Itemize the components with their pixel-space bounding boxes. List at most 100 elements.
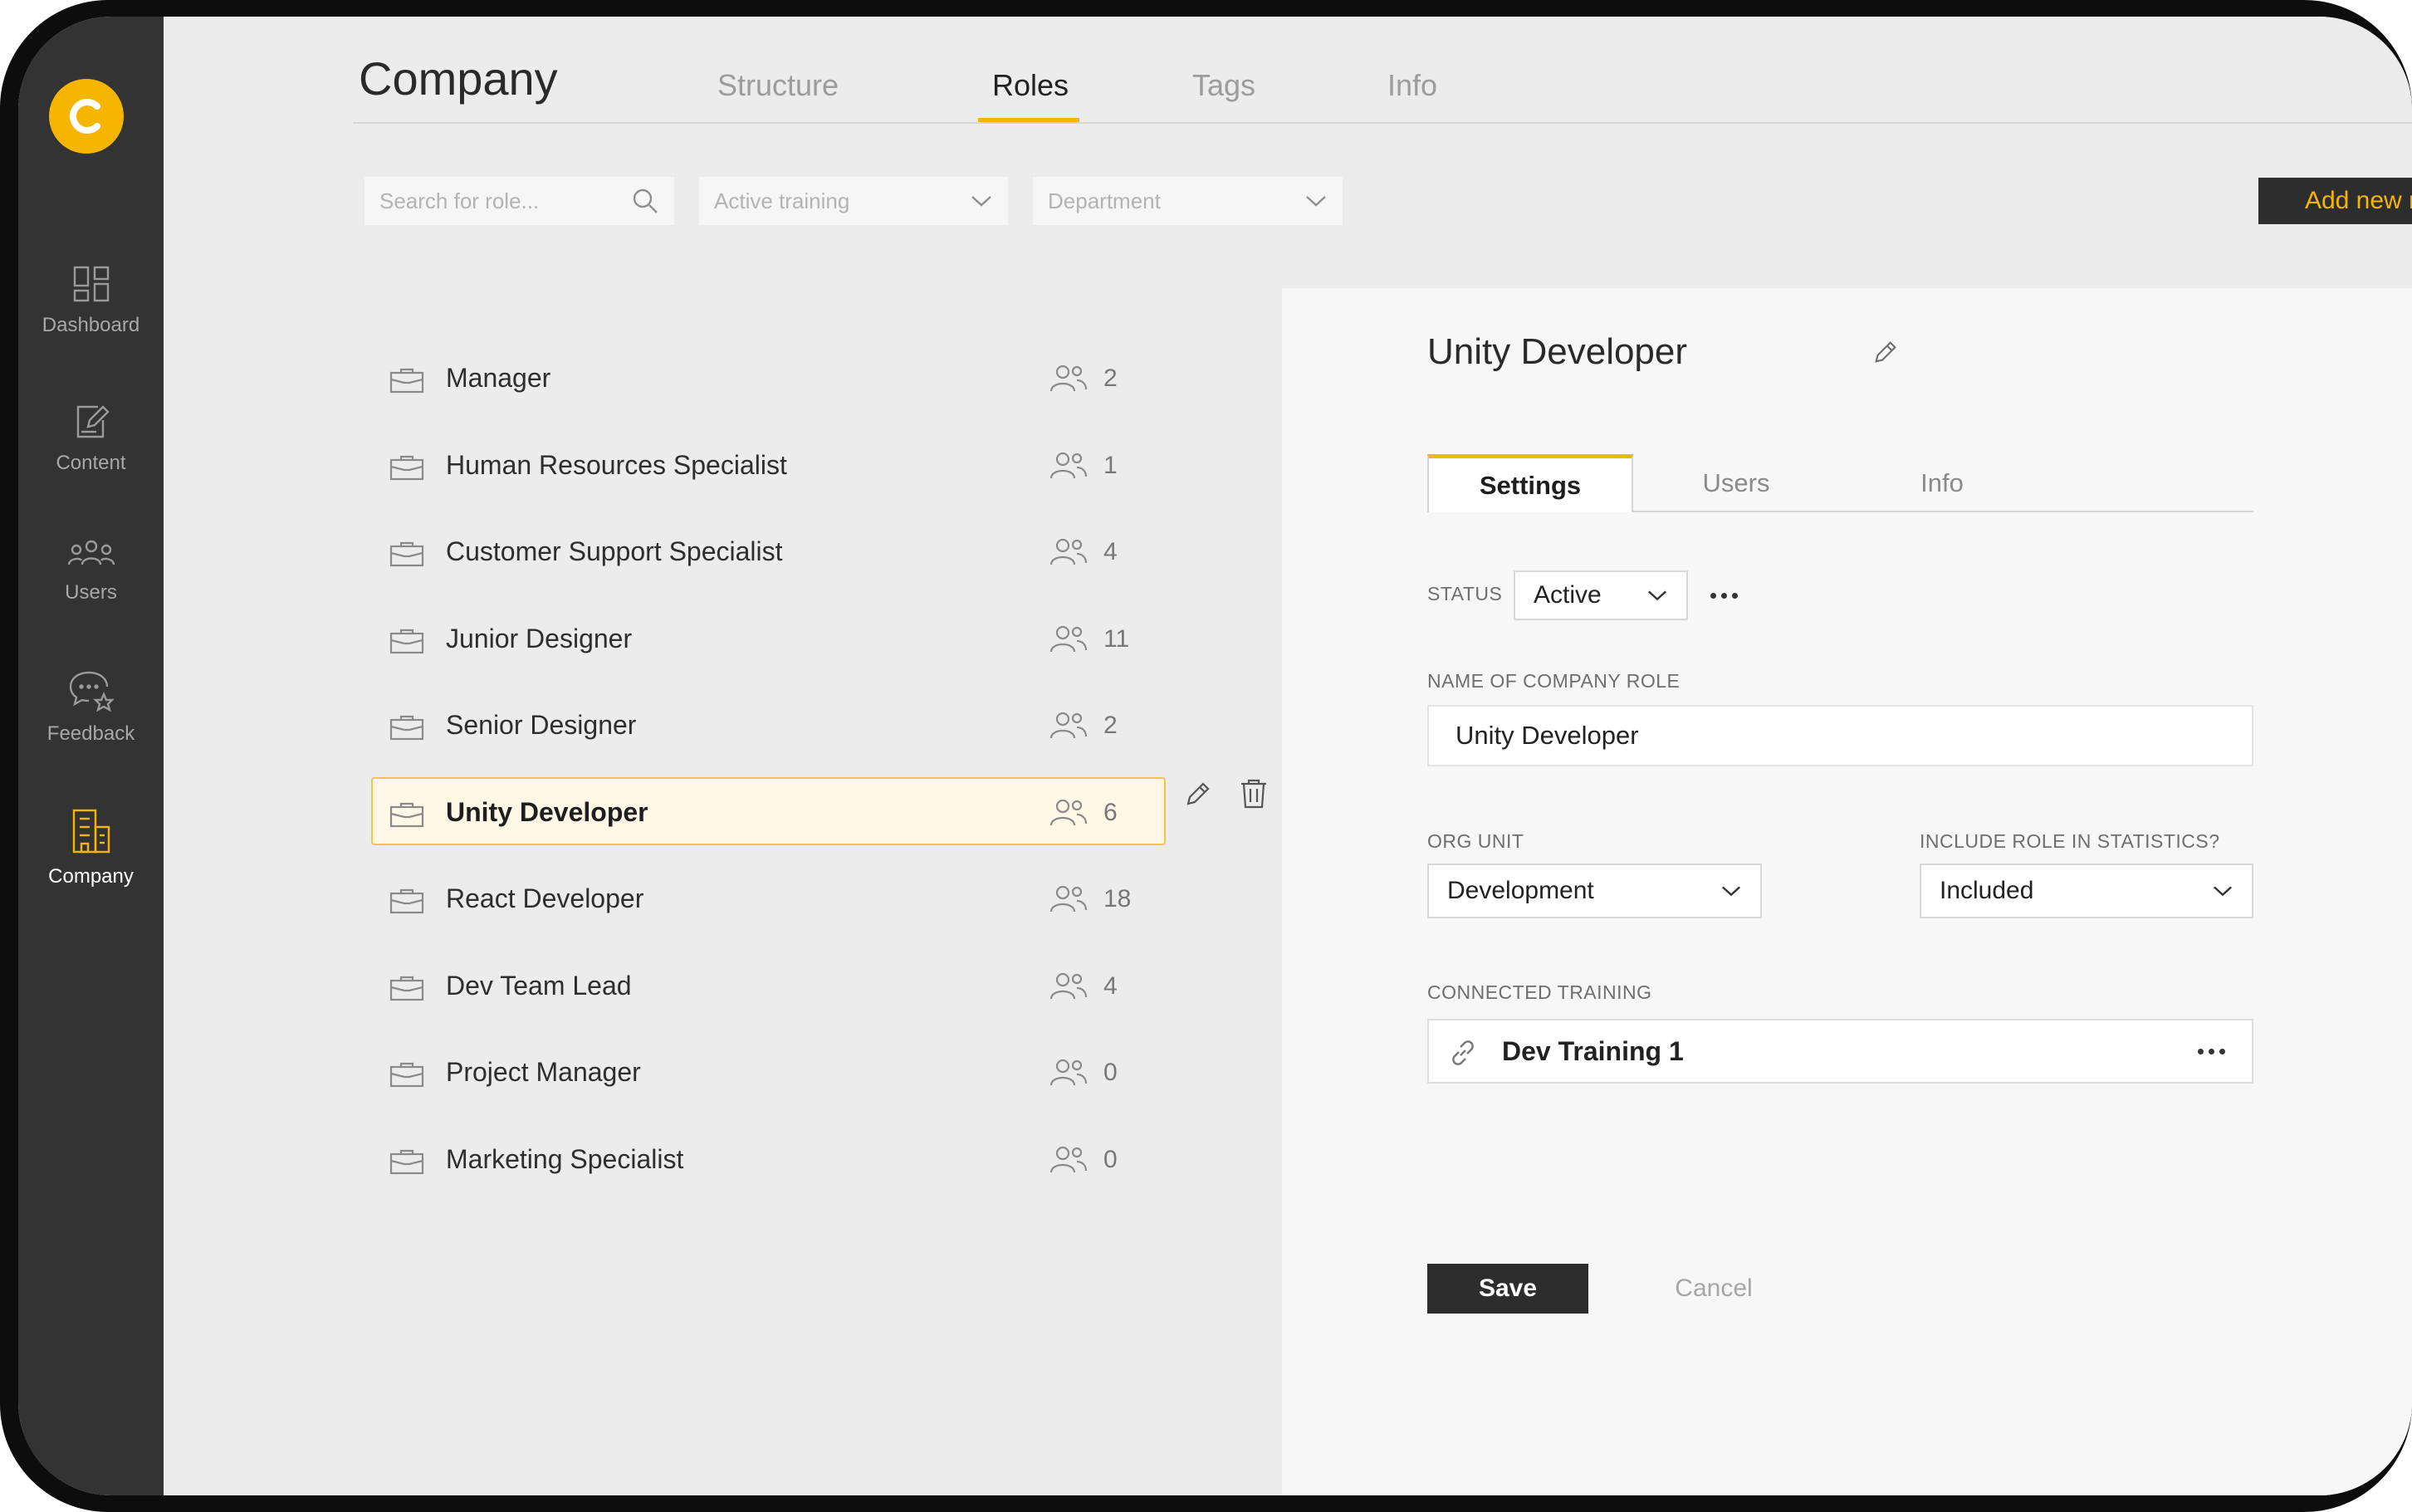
pencil-icon bbox=[1186, 782, 1210, 805]
dropdown-placeholder: Active training bbox=[714, 188, 850, 213]
save-button[interactable]: Save bbox=[1427, 1264, 1588, 1314]
role-name: Customer Support Specialist bbox=[446, 536, 783, 566]
role-name: Dev Team Lead bbox=[446, 971, 632, 1001]
chat-star-icon bbox=[69, 671, 115, 712]
role-name: Human Resources Specialist bbox=[446, 450, 787, 480]
tab-roles[interactable]: Roles bbox=[992, 68, 1069, 103]
delete-role-button[interactable] bbox=[1239, 777, 1269, 815]
role-user-count: 18 bbox=[1103, 885, 1132, 913]
dashboard-grid-icon bbox=[73, 266, 109, 302]
role-search-box bbox=[364, 177, 674, 225]
sidebar-item-label: Content bbox=[56, 452, 126, 474]
briefcase-icon bbox=[389, 802, 424, 828]
department-dropdown[interactable]: Department bbox=[1033, 177, 1343, 225]
role-row[interactable]: Project Manager 0 bbox=[371, 1037, 1166, 1105]
add-new-role-button[interactable]: Add new role bbox=[2258, 178, 2412, 224]
role-row[interactable]: Marketing Specialist 0 bbox=[371, 1124, 1166, 1192]
sidebar-item-label: Company bbox=[48, 865, 134, 888]
connected-training-item[interactable]: Dev Training 1 bbox=[1427, 1019, 2253, 1084]
briefcase-icon bbox=[389, 455, 424, 481]
role-row[interactable]: Manager 2 bbox=[371, 343, 1166, 411]
role-name: Unity Developer bbox=[446, 797, 648, 827]
org-unit-dropdown[interactable]: Development bbox=[1427, 864, 1762, 918]
sidebar-item-company[interactable]: Company bbox=[18, 807, 164, 888]
sidebar-item-users[interactable]: Users bbox=[18, 538, 164, 604]
sidebar-item-feedback[interactable]: Feedback bbox=[18, 669, 164, 746]
statistics-dropdown[interactable]: Included bbox=[1920, 864, 2253, 918]
tab-users[interactable]: Users bbox=[1633, 454, 1839, 512]
cancel-button[interactable]: Cancel bbox=[1643, 1264, 1784, 1314]
tab-info[interactable]: Info bbox=[1387, 68, 1437, 103]
role-detail-title: Unity Developer bbox=[1427, 331, 1688, 372]
status-dropdown[interactable]: Active bbox=[1514, 570, 1688, 620]
page-title: Company bbox=[359, 52, 558, 105]
tab-structure[interactable]: Structure bbox=[717, 68, 839, 103]
role-user-count: 0 bbox=[1103, 1146, 1118, 1173]
tab-tags[interactable]: Tags bbox=[1192, 68, 1255, 103]
users-icon bbox=[1049, 1059, 1088, 1086]
role-row[interactable]: Unity Developer 6 bbox=[371, 777, 1166, 845]
dot-icon bbox=[2219, 1049, 2225, 1054]
active-training-dropdown[interactable]: Active training bbox=[699, 177, 1008, 225]
search-input[interactable] bbox=[379, 188, 612, 214]
role-user-count: 11 bbox=[1103, 625, 1130, 653]
users-icon bbox=[1049, 972, 1088, 1000]
role-name-label: NAME OF COMPANY ROLE bbox=[1427, 670, 1681, 692]
connected-training-label: CONNECTED TRAINING bbox=[1427, 981, 1652, 1003]
users-icon bbox=[1049, 712, 1088, 739]
sidebar-item-label: Feedback bbox=[46, 722, 135, 745]
tab-settings[interactable]: Settings bbox=[1427, 454, 1633, 512]
role-user-count: 1 bbox=[1103, 452, 1118, 479]
role-row[interactable]: Junior Designer 11 bbox=[371, 604, 1166, 672]
briefcase-icon bbox=[389, 1062, 424, 1088]
role-row[interactable]: Human Resources Specialist 1 bbox=[371, 430, 1166, 498]
training-more-options-button[interactable] bbox=[2198, 1049, 2225, 1054]
users-icon bbox=[1049, 538, 1088, 565]
tab-info[interactable]: Info bbox=[1839, 454, 2045, 512]
role-name: Manager bbox=[446, 363, 551, 393]
status-more-options-button[interactable] bbox=[1710, 593, 1738, 599]
users-icon bbox=[1049, 799, 1088, 826]
statistics-value: Included bbox=[1940, 877, 2034, 904]
role-row[interactable]: Senior Designer 2 bbox=[371, 690, 1166, 758]
briefcase-icon bbox=[389, 629, 424, 654]
dropdown-placeholder: Department bbox=[1048, 188, 1161, 213]
chevron-down-icon bbox=[1721, 886, 1741, 897]
users-group-icon bbox=[67, 540, 115, 565]
briefcase-icon bbox=[389, 368, 424, 394]
briefcase-icon bbox=[389, 976, 424, 1001]
role-user-count: 2 bbox=[1103, 365, 1118, 392]
link-icon bbox=[1452, 1040, 1474, 1065]
role-row[interactable]: Dev Team Lead 4 bbox=[371, 951, 1166, 1019]
edit-role-button[interactable] bbox=[1183, 779, 1213, 813]
trash-icon bbox=[1241, 779, 1266, 809]
users-icon bbox=[1049, 1146, 1088, 1173]
users-icon bbox=[1049, 625, 1088, 653]
dot-icon bbox=[1721, 593, 1727, 599]
role-row[interactable]: Customer Support Specialist 4 bbox=[371, 516, 1166, 585]
sidebar-item-label: Users bbox=[65, 581, 117, 604]
status-value: Active bbox=[1534, 581, 1602, 609]
edit-title-button[interactable] bbox=[1871, 338, 1900, 370]
role-name-input[interactable] bbox=[1427, 705, 2253, 766]
header-divider bbox=[353, 122, 2412, 124]
edit-document-icon bbox=[76, 405, 110, 438]
role-name: Junior Designer bbox=[446, 624, 633, 653]
sidebar-item-dashboard[interactable]: Dashboard bbox=[18, 264, 164, 337]
app-screen: Dashboard Content Users Feedback Company… bbox=[18, 17, 2412, 1495]
training-name: Dev Training 1 bbox=[1502, 1036, 1684, 1066]
main-content: Company Structure Roles Tags Info KT Act… bbox=[164, 17, 2412, 1495]
device-frame: Dashboard Content Users Feedback Company… bbox=[0, 0, 2412, 1512]
sidebar-item-content[interactable]: Content bbox=[18, 402, 164, 475]
role-row[interactable]: React Developer 18 bbox=[371, 864, 1166, 932]
role-name: Project Manager bbox=[446, 1057, 641, 1087]
role-name: Marketing Specialist bbox=[446, 1144, 684, 1174]
brand-logo-icon[interactable] bbox=[49, 79, 124, 154]
search-icon[interactable] bbox=[631, 187, 659, 215]
briefcase-icon bbox=[389, 541, 424, 567]
role-user-count: 2 bbox=[1103, 712, 1118, 739]
dot-icon bbox=[1710, 593, 1716, 599]
role-user-count: 6 bbox=[1103, 799, 1118, 826]
users-icon bbox=[1049, 885, 1088, 913]
users-icon bbox=[1049, 365, 1088, 392]
